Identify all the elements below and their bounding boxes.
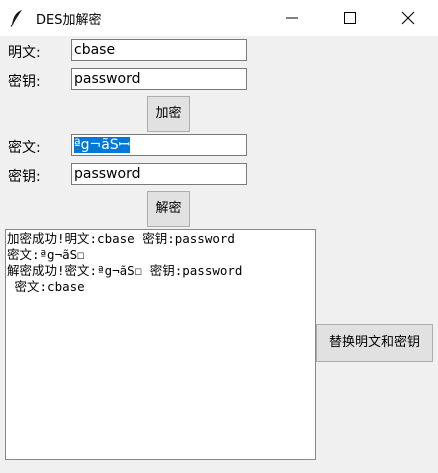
title-bar[interactable]: DES加解密 xyxy=(0,0,438,36)
output-line: 密文:cbase xyxy=(7,279,85,294)
close-button[interactable] xyxy=(380,0,438,36)
output-line: 解密成功!密文:ªg¬ãS☐ 密钥:password xyxy=(7,263,243,278)
encrypt-button[interactable]: 加密 xyxy=(147,96,190,132)
output-line: 加密成功!明文:cbase 密钥:password xyxy=(7,231,235,246)
ciphertext-input[interactable]: ªg¬ãSꟷ xyxy=(71,134,247,156)
output-line: 密文:ªg¬ãS☐ xyxy=(7,247,85,262)
maximize-button[interactable] xyxy=(322,0,380,36)
encrypt-key-label: 密钥: xyxy=(8,74,41,90)
maximize-icon xyxy=(344,12,356,24)
minimize-button[interactable] xyxy=(264,0,322,36)
ciphertext-value: ªg¬ãSꟷ xyxy=(74,137,131,153)
close-icon xyxy=(401,11,415,25)
swap-plaintext-key-button[interactable]: 替换明文和密钥 xyxy=(316,324,433,362)
plaintext-label: 明文: xyxy=(8,45,41,61)
minimize-icon xyxy=(286,17,298,19)
encrypt-key-input[interactable]: password xyxy=(71,68,247,90)
decrypt-button[interactable]: 解密 xyxy=(147,191,190,227)
feather-icon xyxy=(9,9,25,27)
plaintext-input[interactable]: cbase xyxy=(71,39,247,61)
decrypt-key-label: 密钥: xyxy=(8,169,41,185)
output-textarea[interactable]: 加密成功!明文:cbase 密钥:password 密文:ªg¬ãS☐ 解密成功… xyxy=(5,229,316,460)
ciphertext-label: 密文: xyxy=(8,140,41,156)
window-title: DES加解密 xyxy=(36,13,102,28)
decrypt-key-input[interactable]: password xyxy=(71,163,247,185)
